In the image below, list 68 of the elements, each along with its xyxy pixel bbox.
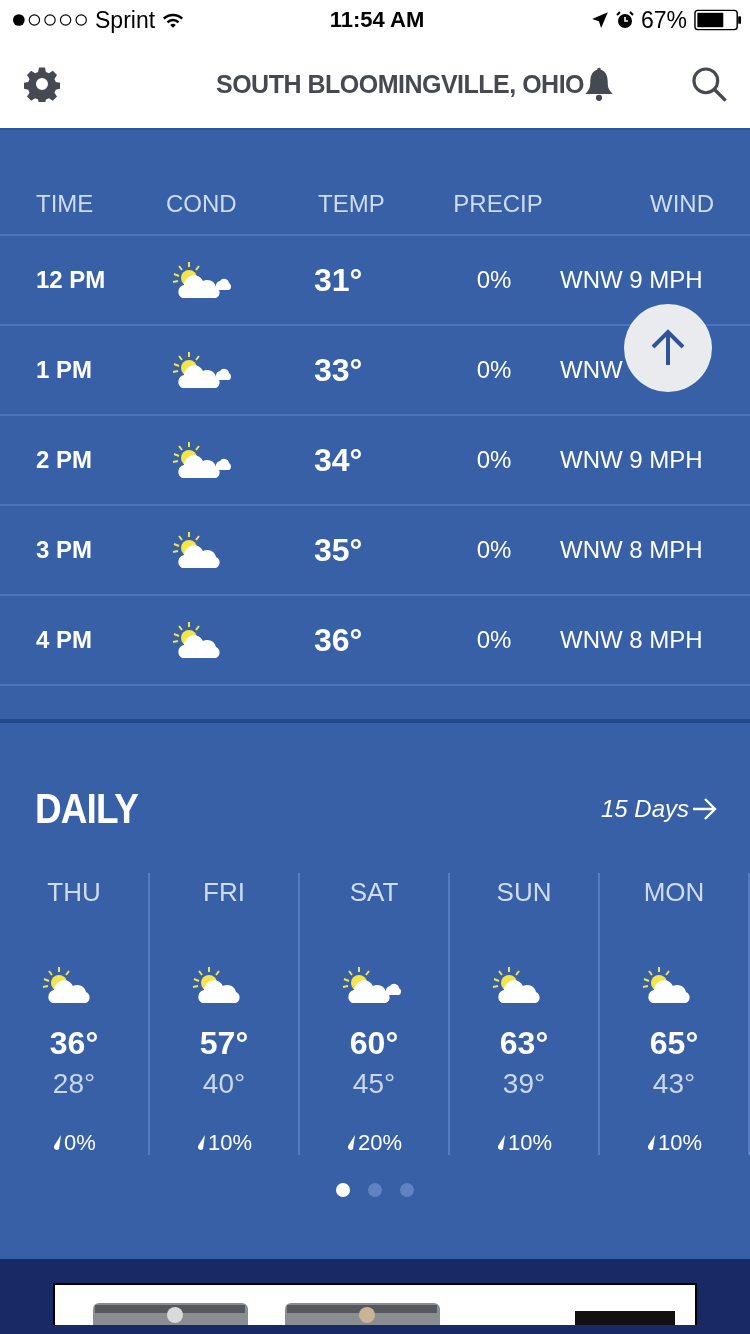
raindrop-icon — [195, 1134, 206, 1152]
low-temp: 40° — [202, 1068, 246, 1100]
day-name: THU — [47, 877, 101, 907]
search-icon[interactable] — [690, 65, 728, 103]
day-name: SAT — [349, 877, 399, 907]
hour-time: 4 PM — [35, 626, 93, 654]
raindrop-icon — [345, 1134, 356, 1152]
clock-time: 11:54 AM — [329, 7, 425, 33]
battery-percent: 67% — [640, 6, 687, 34]
column-header: PRECIP — [452, 190, 544, 218]
day-name: MON — [643, 877, 705, 907]
precip-chance: 10% — [507, 1130, 552, 1156]
low-temp: 39° — [502, 1068, 546, 1100]
column-header: TIME — [35, 190, 95, 218]
location-title[interactable]: SOUTH BLOOMINGVILLE, OHIO — [215, 69, 585, 99]
low-temp: 45° — [352, 1068, 396, 1100]
hour-wind: WNW — [559, 356, 624, 384]
section-title: DAILY — [35, 785, 139, 833]
day-name: SUN — [496, 877, 552, 907]
hour-wind: WNW 9 MPH — [559, 266, 704, 294]
bell-icon[interactable] — [584, 66, 615, 102]
hour-time: 3 PM — [35, 536, 93, 564]
hour-time: 12 PM — [35, 266, 107, 294]
high-temp: 60° — [349, 1025, 399, 1062]
hour-precip: 0% — [475, 446, 513, 474]
settings-icon[interactable] — [24, 66, 60, 102]
page-dot[interactable] — [336, 1183, 350, 1197]
wifi-icon — [162, 11, 185, 29]
raindrop-icon — [52, 1134, 63, 1152]
hour-temp: 34° — [313, 441, 364, 479]
battery-icon — [694, 9, 742, 31]
right-arrow-icon — [692, 798, 718, 820]
page-dot[interactable] — [368, 1183, 382, 1197]
precip-chance: 10% — [657, 1130, 702, 1156]
hour-wind: WNW 8 MPH — [559, 536, 704, 564]
high-temp: 63° — [499, 1025, 549, 1062]
hour-wind: WNW 9 MPH — [559, 446, 704, 474]
column-header: WIND — [649, 190, 715, 218]
high-temp: 65° — [649, 1025, 699, 1062]
hour-temp: 33° — [313, 351, 364, 389]
hour-temp: 36° — [313, 621, 364, 659]
hour-time: 1 PM — [35, 356, 93, 384]
days-link[interactable]: 15 Days — [600, 795, 718, 823]
signal-icon — [12, 13, 88, 27]
low-temp: 28° — [52, 1068, 96, 1100]
precip-chance: 20% — [357, 1130, 402, 1156]
alarm-clock-icon — [615, 11, 634, 29]
hour-precip: 0% — [475, 266, 513, 294]
hour-time: 2 PM — [35, 446, 93, 474]
location-arrow-icon — [590, 11, 609, 29]
column-header: COND — [165, 190, 238, 218]
hour-temp: 35° — [313, 531, 364, 569]
hour-precip: 0% — [475, 626, 513, 654]
precip-chance: 10% — [207, 1130, 252, 1156]
hour-wind: WNW 8 MPH — [559, 626, 704, 654]
raindrop-icon — [645, 1134, 656, 1152]
day-name: FRI — [203, 877, 245, 907]
low-temp: 43° — [652, 1068, 696, 1100]
hour-temp: 31° — [313, 261, 364, 299]
page-dot[interactable] — [400, 1183, 414, 1197]
high-temp: 36° — [49, 1025, 99, 1062]
raindrop-icon — [495, 1134, 506, 1152]
hour-precip: 0% — [475, 356, 513, 384]
column-header: TEMP — [317, 190, 386, 218]
high-temp: 57° — [199, 1025, 249, 1062]
precip-chance: 0% — [64, 1130, 96, 1156]
hour-precip: 0% — [475, 536, 513, 564]
carrier-name: Sprint — [95, 6, 156, 34]
